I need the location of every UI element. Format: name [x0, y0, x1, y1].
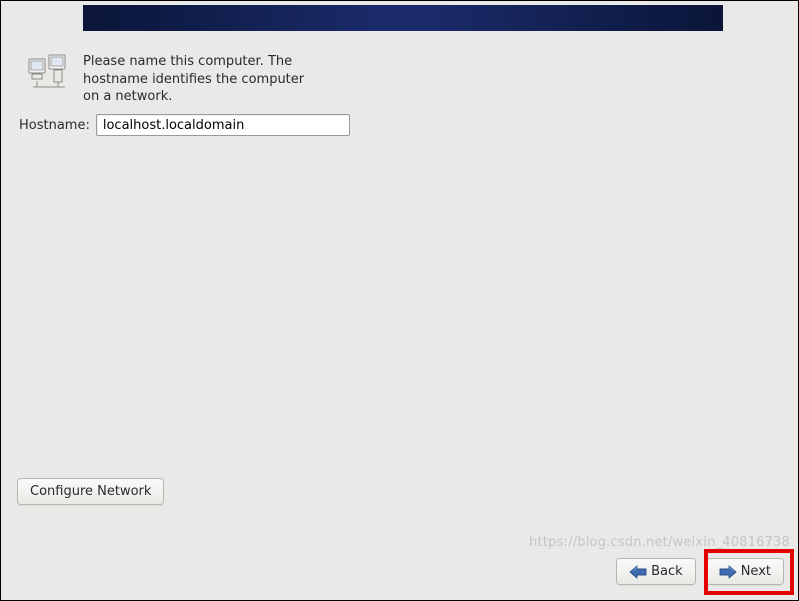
arrow-left-icon: [629, 565, 647, 579]
hostname-label: Hostname:: [19, 118, 90, 133]
computer-network-icon: [27, 53, 71, 91]
back-button[interactable]: Back: [616, 558, 696, 585]
configure-network-label: Configure Network: [30, 484, 151, 499]
intro-row: Please name this computer. The hostname …: [27, 53, 323, 106]
hostname-row: Hostname:: [19, 114, 350, 136]
intro-text: Please name this computer. The hostname …: [83, 53, 323, 106]
hostname-input[interactable]: [96, 114, 350, 136]
header-banner: [83, 5, 723, 31]
arrow-right-icon: [719, 565, 737, 579]
next-label: Next: [741, 564, 771, 579]
configure-network-button[interactable]: Configure Network: [17, 478, 164, 505]
watermark-text: https://blog.csdn.net/weixin_40816738: [529, 535, 790, 550]
nav-button-row: Back Next: [616, 558, 784, 585]
back-label: Back: [651, 564, 683, 579]
next-button[interactable]: Next: [706, 558, 784, 585]
